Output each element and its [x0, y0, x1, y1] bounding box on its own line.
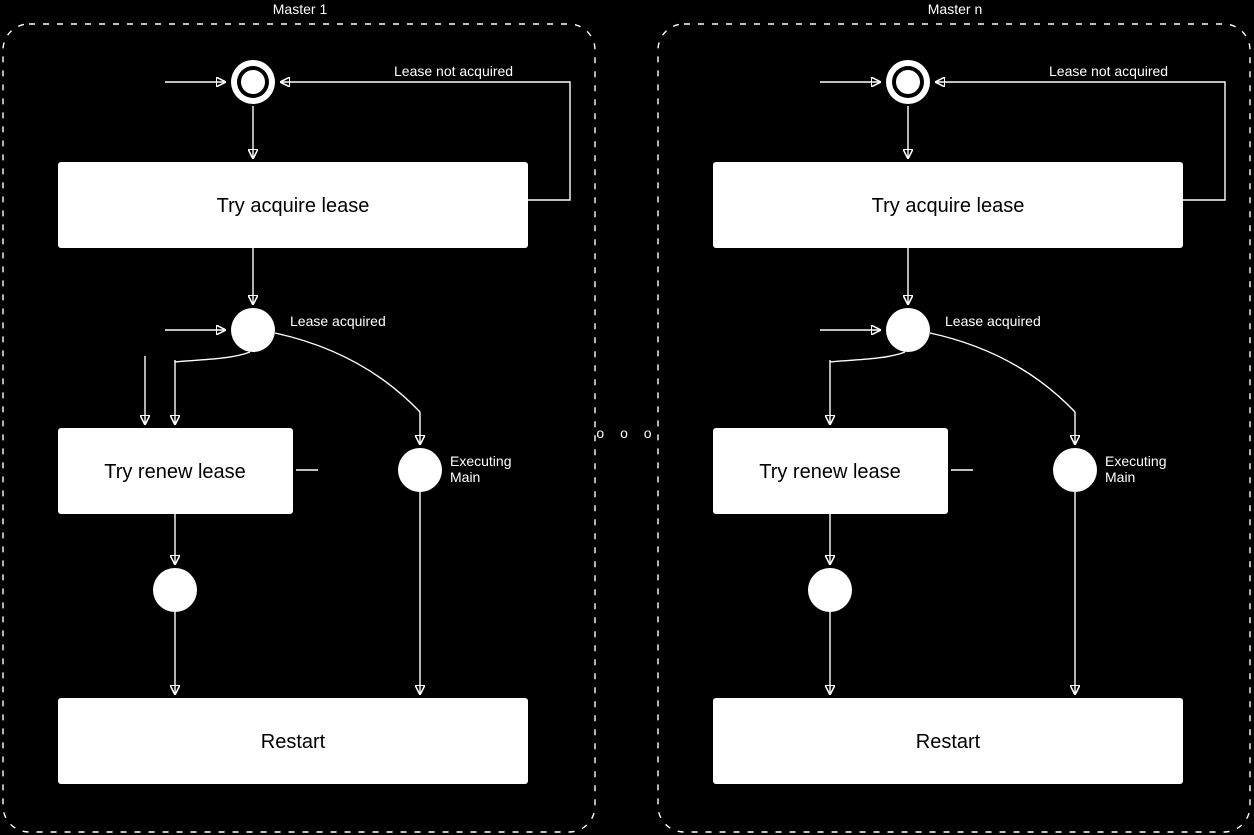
lease-acquired-label: Lease acquired — [945, 313, 1041, 329]
executing-main-state-icon — [1053, 448, 1097, 492]
executing-main-label-l1: Executing — [450, 453, 511, 469]
post-renew-state-icon — [808, 568, 852, 612]
lease-not-acquired-label: Lease not acquired — [394, 63, 513, 79]
leader-election-diagram: Master 1 Try acquire lease Lease not acq… — [0, 0, 1254, 835]
restart-label: Restart — [916, 731, 981, 753]
executing-main-label-l1: Executing — [1105, 453, 1166, 469]
ellipsis-separator: o o o — [596, 425, 657, 441]
executing-main-label-l2: Main — [1105, 469, 1135, 485]
column-title: Master 1 — [273, 1, 328, 17]
try-acquire-label: Try acquire lease — [217, 195, 370, 217]
column-title: Master n — [928, 1, 982, 17]
lease-acquired-state-icon — [231, 308, 275, 352]
try-acquire-label: Try acquire lease — [872, 195, 1025, 217]
executing-main-label-l2: Main — [450, 469, 480, 485]
initial-state-icon — [886, 60, 930, 104]
post-renew-state-icon — [153, 568, 197, 612]
initial-state-icon — [231, 60, 275, 104]
try-renew-label: Try renew lease — [759, 461, 901, 483]
executing-main-state-icon — [398, 448, 442, 492]
column-master-n: Master n Try acquire lease Lease not acq… — [658, 1, 1250, 832]
lease-acquired-state-icon — [886, 308, 930, 352]
column-master-1: Master 1 Try acquire lease Lease not acq… — [3, 1, 595, 832]
lease-acquired-label: Lease acquired — [290, 313, 386, 329]
try-renew-label: Try renew lease — [104, 461, 246, 483]
lease-not-acquired-label: Lease not acquired — [1049, 63, 1168, 79]
restart-label: Restart — [261, 731, 326, 753]
